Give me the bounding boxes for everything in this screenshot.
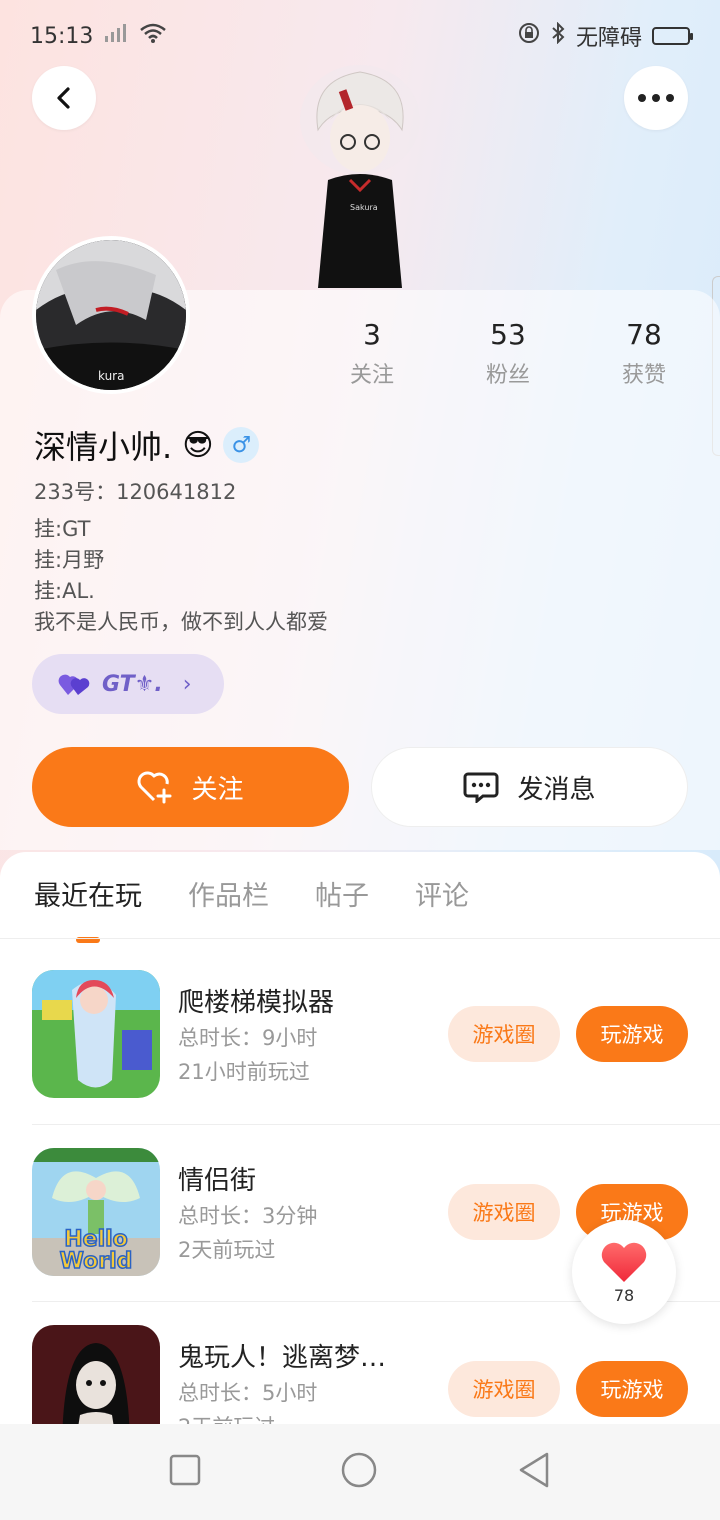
svg-text:World: World — [60, 1249, 133, 1274]
row-divider — [32, 1124, 720, 1125]
game-last-played: 21小时前玩过 — [178, 1060, 310, 1084]
tab-divider — [0, 938, 720, 939]
bio-line: 挂:AL. — [34, 579, 95, 603]
gender-male-icon: ♂ — [223, 427, 260, 463]
heart-plus-icon — [138, 771, 172, 804]
follow-label: 关注 — [191, 774, 244, 805]
heart-icon — [601, 1242, 647, 1282]
stat-likes[interactable]: 78 获赞 — [594, 318, 694, 389]
send-message-button[interactable]: 发消息 — [371, 747, 688, 827]
nickname-emoji: 😎 — [182, 427, 214, 463]
bluetooth-icon — [550, 21, 566, 50]
chat-bubble-icon — [463, 772, 499, 803]
stat-following-label: 关注 — [349, 363, 394, 388]
character-avatar-figure: Sakura — [290, 60, 430, 290]
message-label: 发消息 — [517, 774, 596, 805]
like-button[interactable]: 78 — [572, 1220, 676, 1324]
game-thumbnail — [32, 970, 160, 1098]
game-duration: 总时长：5小时 — [178, 1381, 318, 1405]
circle-icon — [341, 1452, 377, 1488]
stat-following[interactable]: 3 关注 — [322, 318, 422, 389]
triangle-back-icon — [519, 1452, 548, 1488]
accessibility-label: 无障碍 — [575, 26, 642, 51]
signal-icon — [103, 22, 129, 50]
chevron-right-icon: › — [182, 671, 192, 697]
game-duration: 总时长：3分钟 — [178, 1204, 318, 1228]
more-options-button[interactable] — [624, 66, 688, 130]
game-circle-button[interactable]: 游戏圈 — [448, 1184, 560, 1240]
game-last-played: 2天前玩过 — [178, 1238, 276, 1262]
tab-posts[interactable]: 帖子 — [315, 874, 369, 913]
clan-name: GT⚜. — [102, 671, 163, 697]
game-title: 爬楼梯模拟器 — [178, 988, 335, 1018]
stat-likes-count: 78 — [626, 318, 662, 351]
back-button[interactable] — [32, 66, 96, 130]
avatar[interactable]: kura — [32, 236, 190, 394]
bio-line: 挂:月野 — [34, 548, 105, 572]
back-nav-button[interactable] — [517, 1451, 551, 1493]
play-game-button[interactable]: 玩游戏 — [576, 1006, 688, 1062]
wifi-icon — [139, 22, 167, 50]
game-duration: 总时长：9小时 — [178, 1026, 318, 1050]
tab-works[interactable]: 作品栏 — [188, 874, 269, 913]
follow-button[interactable]: 关注 — [32, 747, 349, 827]
clan-badge-button[interactable]: GT⚜. › — [32, 654, 224, 714]
square-icon — [170, 1454, 201, 1486]
svg-text:kura: kura — [98, 369, 124, 383]
more-dots-icon — [638, 94, 674, 102]
game-circle-button[interactable]: 游戏圈 — [448, 1361, 560, 1417]
chevron-left-icon — [57, 87, 70, 109]
stat-following-count: 3 — [363, 318, 381, 351]
stat-fans-count: 53 — [490, 318, 526, 351]
nickname: 深情小帅. — [34, 428, 173, 466]
tab-recent-play[interactable]: 最近在玩 — [34, 874, 142, 943]
play-game-button[interactable]: 玩游戏 — [576, 1361, 688, 1417]
system-nav-bar — [0, 1424, 720, 1520]
game-title: 鬼玩人！逃离梦… — [178, 1343, 387, 1373]
game-thumbnail: Hello World — [32, 1148, 160, 1276]
battery-icon — [652, 27, 693, 45]
double-heart-icon — [58, 674, 90, 695]
tab-comments[interactable]: 评论 — [415, 874, 469, 913]
stat-fans-label: 粉丝 — [485, 363, 530, 388]
bio: 挂:GT 挂:月野 挂:AL. 我不是人民币，做不到人人都爱 — [34, 514, 328, 638]
home-button[interactable] — [340, 1451, 378, 1493]
tab-bar: 最近在玩 作品栏 帖子 评论 — [34, 874, 469, 943]
recent-apps-button[interactable] — [169, 1454, 201, 1490]
svg-text:Sakura: Sakura — [350, 203, 378, 212]
bio-line: 挂:GT — [34, 517, 91, 541]
like-count: 78 — [613, 1285, 635, 1305]
game-circle-button[interactable]: 游戏圈 — [448, 1006, 560, 1062]
lock-rotation-icon — [518, 22, 540, 50]
status-time: 15:13 — [30, 23, 94, 49]
bio-line: 我不是人民币，做不到人人都爱 — [34, 610, 328, 634]
game-list-item[interactable]: 爬楼梯模拟器 总时长：9小时 21小时前玩过 游戏圈 玩游戏 — [32, 970, 688, 1100]
nickname-row: 深情小帅. 😎 ♂ — [34, 422, 260, 468]
stat-likes-label: 获赞 — [621, 363, 666, 388]
user-id: 233号：120641812 — [34, 480, 237, 504]
stat-fans[interactable]: 53 粉丝 — [458, 318, 558, 389]
game-title: 情侣街 — [178, 1166, 257, 1196]
